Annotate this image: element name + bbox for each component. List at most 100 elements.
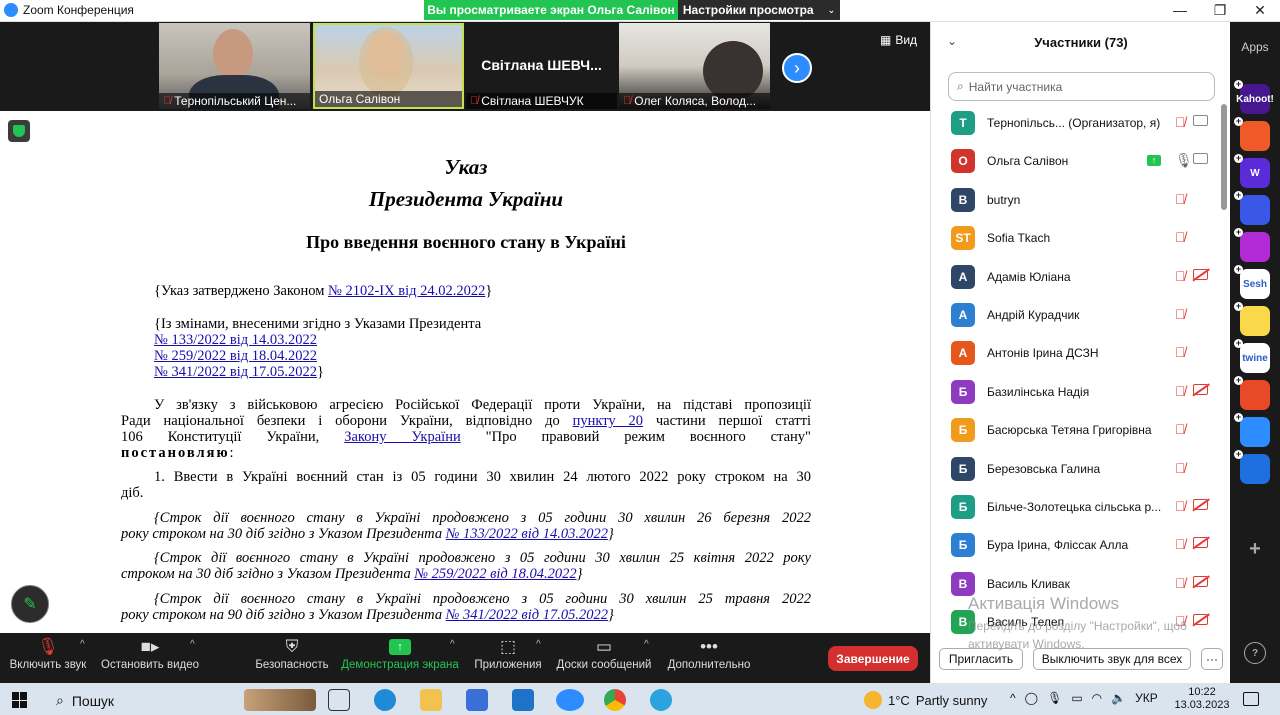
camera-off-icon[interactable] [1193, 383, 1208, 395]
taskbar-clock[interactable]: 10:22 13.03.2023 [1172, 686, 1232, 712]
volume-icon[interactable]: 🔈 [1111, 691, 1126, 705]
camera-off-icon[interactable] [1193, 499, 1208, 510]
decree-link[interactable]: № 133/2022 від 14.03.2022 [154, 332, 317, 348]
app-icon[interactable]: + Kahoot! [1234, 80, 1274, 114]
decree-link[interactable]: № 133/2022 від 14.03.2022 [446, 526, 608, 542]
participant-row[interactable]: Б Березовська Галина 🎙̸ [931, 450, 1221, 488]
mic-muted-icon[interactable]: 🎙̸ [1175, 191, 1186, 207]
video-tile[interactable]: Світлана ШЕВЧ... 🎙̸ Світлана ШЕВЧУК [466, 23, 617, 109]
mic-muted-icon[interactable]: 🎙̸ [1175, 536, 1186, 552]
language-indicator[interactable]: УКР [1135, 691, 1158, 705]
more-button[interactable]: ••• Дополнительно [666, 635, 752, 671]
app-icon[interactable]: + [1234, 413, 1270, 447]
chevron-up-icon[interactable]: ^ [644, 639, 649, 650]
participant-row[interactable]: А Антонів Ірина ДСЗН 🎙̸ [931, 334, 1221, 372]
tray-app-icon[interactable]: ◯ [1025, 691, 1038, 705]
mic-muted-icon[interactable]: 🎙̸ [1175, 421, 1186, 437]
annotate-pen-icon[interactable]: ✎ [11, 585, 49, 623]
camera-off-icon[interactable] [1193, 268, 1208, 280]
decree-link[interactable]: № 341/2022 від 17.05.2022 [446, 607, 608, 623]
network-icon[interactable]: ▭ [1071, 691, 1082, 705]
app-icon[interactable]: + Sesh [1234, 265, 1270, 299]
chevron-up-icon[interactable]: ^ [450, 639, 455, 650]
participant-row[interactable]: Б Басюрська Тетяна Григорівна 🎙̸ [931, 411, 1221, 449]
app-icon[interactable]: + [1234, 376, 1270, 410]
participant-row[interactable]: Bbutryn 🎙̸ [931, 181, 1221, 219]
mic-muted-icon[interactable]: 🎙̸ [1175, 460, 1186, 476]
end-meeting-button[interactable]: Завершение [828, 646, 918, 671]
law-link[interactable]: Закону України [344, 429, 461, 445]
mic-icon[interactable]: 🎙 [1175, 152, 1193, 169]
participant-row[interactable]: О Ольга Салівон ↑ 🎙 [931, 142, 1221, 180]
decree-link[interactable]: № 259/2022 від 18.04.2022 [414, 566, 576, 582]
app-icon[interactable]: + [1234, 191, 1270, 225]
maximize-button[interactable]: ❐ [1200, 0, 1240, 22]
help-icon[interactable]: ? [1244, 642, 1266, 664]
mic-muted-icon[interactable]: 🎙̸ [1175, 306, 1186, 322]
law-link[interactable]: № 2102-IX від 24.02.2022 [328, 283, 485, 299]
participant-scrollbar[interactable] [1221, 104, 1227, 210]
task-view-icon[interactable] [328, 689, 350, 711]
mic-muted-icon[interactable]: 🎙̸ [1175, 229, 1186, 245]
camera-icon[interactable] [1193, 153, 1208, 165]
participant-row[interactable]: А Андрій Курадчик 🎙̸ [931, 296, 1221, 334]
weather-widget[interactable]: 1°C Partly sunny [864, 691, 987, 709]
chevron-up-icon[interactable]: ^ [190, 639, 195, 650]
whiteboards-button[interactable]: ▭ Доски сообщений ^ [554, 635, 654, 671]
share-screen-button[interactable]: ↑ Демонстрация экрана ^ [340, 635, 460, 671]
close-button[interactable]: ✕ [1240, 0, 1280, 22]
app-icon[interactable]: + [1234, 302, 1270, 336]
camera-off-icon[interactable] [1193, 537, 1208, 549]
view-settings-button[interactable]: Настройки просмотра ⌄ [678, 0, 840, 20]
stop-video-button[interactable]: ■▸ Остановить видео ^ [100, 635, 200, 671]
camera-off-icon[interactable] [1193, 575, 1208, 587]
file-explorer-icon[interactable] [420, 689, 442, 711]
chevron-up-icon[interactable]: ^ [1010, 691, 1016, 705]
mic-muted-icon[interactable]: 🎙̸ [1175, 268, 1186, 284]
participant-row[interactable]: Т Тернопільсь... (Организатор, я) 🎙̸ [931, 104, 1221, 142]
mic-muted-icon[interactable]: 🎙̸ [1175, 498, 1186, 514]
participant-row[interactable]: Б Більче-Золотецька сільська р... 🎙̸ [931, 488, 1221, 526]
camera-icon[interactable] [1193, 115, 1208, 126]
mic-muted-icon[interactable]: 🎙̸ [1175, 575, 1186, 591]
add-app-icon[interactable]: + [1240, 534, 1270, 564]
app-icon[interactable]: + twine [1234, 339, 1270, 373]
microphone-icon[interactable]: 🎙 [1047, 691, 1062, 705]
video-tile[interactable]: 🎙̸ Олег Коляса, Волод... [619, 23, 770, 109]
mic-muted-icon[interactable]: 🎙̸ [1175, 114, 1186, 130]
app-icon[interactable]: + [1234, 450, 1270, 484]
decree-link[interactable]: № 259/2022 від 18.04.2022 [154, 348, 317, 364]
windows-start-icon[interactable] [12, 692, 28, 708]
wifi-icon[interactable]: ◠ [1092, 691, 1102, 705]
app-icon[interactable]: + W [1234, 154, 1270, 188]
decree-link[interactable]: № 341/2022 від 17.05.2022 [154, 364, 317, 380]
unmute-button[interactable]: 🎙 Включить звук ^ [4, 635, 92, 671]
apps-button[interactable]: ⬚ Приложения ^ [472, 635, 544, 671]
telegram-icon[interactable] [650, 689, 672, 711]
notifications-icon[interactable] [1243, 692, 1259, 706]
app-icon[interactable]: + [1234, 228, 1270, 262]
zoom-taskbar-icon[interactable] [556, 689, 584, 711]
store-icon[interactable] [466, 689, 488, 711]
chrome-icon[interactable] [604, 689, 626, 711]
mic-muted-icon[interactable]: 🎙̸ [1175, 344, 1186, 360]
next-page-icon[interactable]: › [782, 53, 812, 83]
chevron-up-icon[interactable]: ^ [80, 639, 85, 650]
participant-row[interactable]: ST Sofia Tkach 🎙̸ [931, 219, 1221, 257]
edge-icon[interactable] [374, 689, 396, 711]
participant-row[interactable]: А Адамів Юліана 🎙̸ [931, 258, 1221, 296]
chevron-up-icon[interactable]: ^ [536, 639, 541, 650]
minimize-button[interactable]: — [1160, 0, 1200, 22]
participant-row[interactable]: Б Бура Ірина, Фліссак Алла 🎙̸ [931, 526, 1221, 564]
shield-icon[interactable] [8, 120, 30, 142]
view-button[interactable]: ▦ Вид [880, 33, 917, 47]
mail-icon[interactable] [512, 689, 534, 711]
participant-row[interactable]: Б Базилінська Надія 🎙̸ [931, 373, 1221, 411]
security-button[interactable]: ⛨ Безопасность [254, 635, 330, 671]
app-icon[interactable]: + [1234, 117, 1270, 151]
video-tile[interactable]: 🎙̸ Тернопільський Цен... [159, 23, 310, 109]
video-tile[interactable]: Ольга Салівон [313, 23, 464, 109]
clause-link[interactable]: пункту 20 [573, 413, 643, 429]
mic-muted-icon[interactable]: 🎙̸ [1175, 383, 1186, 399]
participant-search-input[interactable]: ⌕ Найти участника [948, 72, 1215, 101]
